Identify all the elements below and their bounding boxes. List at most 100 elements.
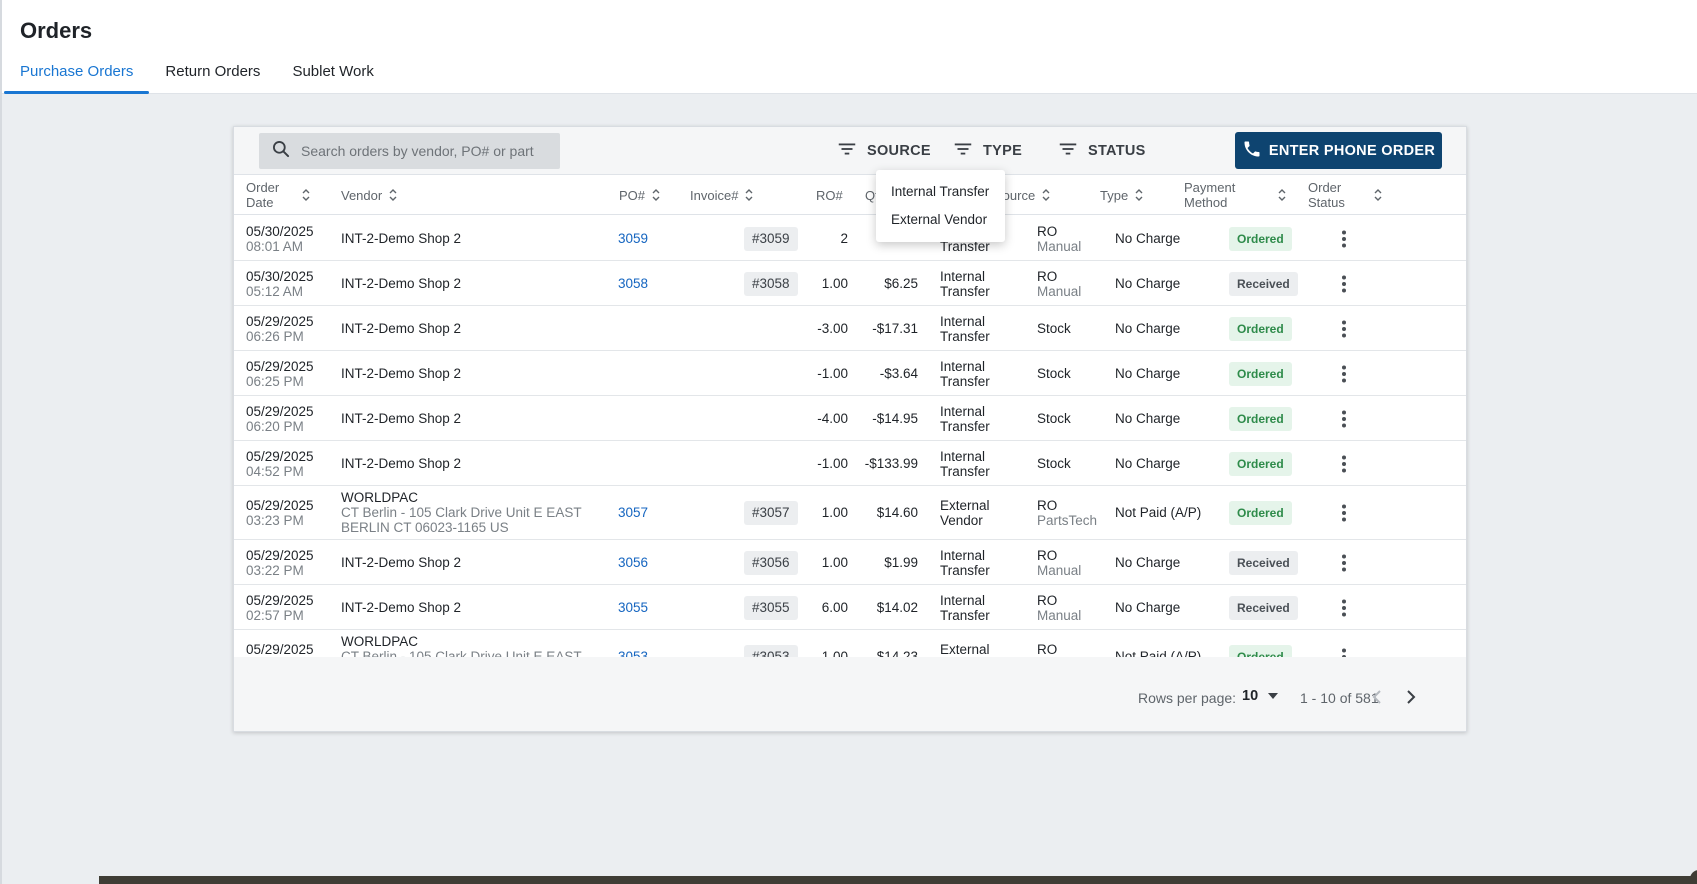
table-pagination: Rows per page: 10 1 - 10 of 581 xyxy=(234,657,1466,731)
po-link[interactable]: 3057 xyxy=(604,505,648,520)
source-filter-menu: Internal Transfer External Vendor xyxy=(876,170,1005,242)
ro-chip[interactable]: #3056 xyxy=(744,550,798,575)
table-row[interactable]: 05/29/2025 02:57 PM INT-2-Demo Shop 2 3055… xyxy=(234,585,1466,630)
tab-sublet-work[interactable]: Sublet Work xyxy=(276,56,389,94)
column-type[interactable]: Type xyxy=(1100,175,1144,215)
table-row[interactable]: 05/30/2025 05:12 AM INT-2-Demo Shop 2 3058… xyxy=(234,261,1466,306)
source-line: Transfer xyxy=(940,373,990,389)
total-cell: -$133.99 xyxy=(864,455,918,471)
table-row[interactable]: 05/29/2025 06:26 PM INT-2-Demo Shop 2 -3.0… xyxy=(234,306,1466,351)
source-filter-button[interactable]: SOURCE xyxy=(836,135,931,167)
qty-cell: -3.00 xyxy=(817,320,848,336)
row-actions-button[interactable] xyxy=(1332,452,1356,476)
type-sub: Manual xyxy=(1037,238,1082,254)
column-label: Invoice# xyxy=(690,187,739,203)
order-date-cell: 05/29/2025 06:20 PM xyxy=(246,404,314,434)
table-row[interactable]: 05/29/2025 03:23 PM WORLDPAC CT Berlin -… xyxy=(234,486,1466,540)
filter-icon xyxy=(1057,138,1088,164)
type-cell: Stock xyxy=(1037,410,1071,426)
order-tabs: Purchase Orders Return Orders Sublet Wor… xyxy=(4,56,390,94)
source-line: External xyxy=(940,642,990,657)
row-actions-button[interactable] xyxy=(1332,317,1356,341)
order-date: 05/29/2025 xyxy=(246,592,314,608)
table-row[interactable]: 05/29/2025 04:52 PM INT-2-Demo Shop 2 -1.0… xyxy=(234,441,1466,486)
ro-chip[interactable]: #3058 xyxy=(744,271,798,296)
type-sub: Manual xyxy=(1037,283,1082,299)
more-vert-icon xyxy=(1342,320,1346,337)
type-filter-button[interactable]: TYPE xyxy=(952,135,1022,167)
filter-icon xyxy=(836,138,867,164)
column-order-date[interactable]: Order Date xyxy=(246,175,311,215)
sort-icon xyxy=(1135,189,1143,201)
vendor-cell: WORLDPAC CT Berlin - 105 Clark Drive Uni… xyxy=(341,490,582,535)
ro-chip[interactable]: #3055 xyxy=(744,595,798,620)
table-row[interactable]: 05/29/2025 06:25 PM INT-2-Demo Shop 2 -1.0… xyxy=(234,351,1466,396)
enter-phone-order-button[interactable]: ENTER PHONE ORDER xyxy=(1235,132,1442,169)
source-line: Internal xyxy=(940,403,986,419)
prev-page-button[interactable] xyxy=(1365,685,1389,709)
table-row[interactable]: 05/29/2025 03:22 PM INT-2-Demo Shop 2 3056… xyxy=(234,540,1466,585)
column-order-status[interactable]: Order Status xyxy=(1308,175,1383,215)
type-cell: RO PartsTech xyxy=(1037,498,1097,528)
status-badge: Ordered xyxy=(1229,316,1292,341)
column-payment-method[interactable]: Payment Method xyxy=(1184,175,1287,215)
order-date: 05/29/2025 xyxy=(246,642,314,657)
type-cell: Stock xyxy=(1037,320,1071,336)
source-cell: Internal Transfer xyxy=(940,269,990,299)
vendor-address: CT Berlin - 105 Clark Drive Unit E EAST xyxy=(341,505,582,520)
source-option-external-vendor[interactable]: External Vendor xyxy=(876,206,1005,234)
sort-icon xyxy=(745,189,753,201)
next-page-button[interactable] xyxy=(1399,685,1423,709)
order-date-cell: 05/29/2025 03:22 PM xyxy=(246,548,314,578)
sort-icon xyxy=(1042,189,1050,201)
column-po[interactable]: PO# xyxy=(619,175,661,215)
type-cell: Stock xyxy=(1037,455,1071,471)
ro-chip[interactable]: #3059 xyxy=(744,226,798,251)
order-date-cell: 05/29/2025 02:57 PM xyxy=(246,593,314,623)
row-actions-button[interactable] xyxy=(1332,501,1356,525)
column-label: Status xyxy=(1308,195,1345,210)
row-actions-button[interactable] xyxy=(1332,407,1356,431)
order-date: 05/29/2025 xyxy=(246,547,314,563)
po-link[interactable]: 3058 xyxy=(604,276,648,291)
qty-cell: 1.00 xyxy=(821,275,848,291)
more-vert-icon xyxy=(1342,455,1346,472)
ro-chip[interactable]: #3057 xyxy=(744,501,798,525)
tab-return-orders[interactable]: Return Orders xyxy=(149,56,276,94)
row-actions-button[interactable] xyxy=(1332,362,1356,386)
source-line: Internal xyxy=(940,448,986,464)
column-invoice[interactable]: Invoice# xyxy=(690,175,754,215)
source-line: Internal xyxy=(940,268,986,284)
row-actions-button[interactable] xyxy=(1332,551,1356,575)
source-line: Transfer xyxy=(940,562,990,578)
row-actions-button[interactable] xyxy=(1332,227,1356,251)
column-label: Method xyxy=(1184,195,1228,210)
payment-cell: No Charge xyxy=(1115,554,1181,570)
status-filter-button[interactable]: STATUS xyxy=(1057,135,1146,167)
po-link[interactable]: 3055 xyxy=(604,600,648,615)
total-cell: $1.99 xyxy=(884,554,918,570)
total-cell: -$14.95 xyxy=(872,410,918,426)
payment-cell: No Charge xyxy=(1115,275,1181,291)
table-row[interactable]: 05/30/2025 08:01 AM INT-2-Demo Shop 2 3059… xyxy=(234,216,1466,261)
orders-table-card: SOURCE TYPE STATUS ENTER PHONE ORDER Ord… xyxy=(233,126,1467,732)
source-option-internal-transfer[interactable]: Internal Transfer xyxy=(876,178,1005,206)
po-link[interactable]: 3056 xyxy=(604,555,648,570)
po-link[interactable]: 3059 xyxy=(604,231,648,246)
qty-cell: -1.00 xyxy=(817,365,848,381)
row-actions-button[interactable] xyxy=(1332,272,1356,296)
sort-icon xyxy=(652,189,660,201)
vendor-address: BERLIN CT 06023-1165 US xyxy=(341,520,509,535)
table-row[interactable]: 05/29/2025 06:20 PM INT-2-Demo Shop 2 -4.0… xyxy=(234,396,1466,441)
source-line: Internal xyxy=(940,547,986,563)
column-vendor[interactable]: Vendor xyxy=(341,175,398,215)
tab-purchase-orders[interactable]: Purchase Orders xyxy=(4,56,150,94)
order-date-cell: 05/29/2025 03:23 PM xyxy=(246,498,314,528)
sort-icon xyxy=(302,189,310,201)
row-actions-button[interactable] xyxy=(1332,596,1356,620)
column-label: Date xyxy=(246,195,274,210)
source-cell: Internal Transfer xyxy=(940,449,990,479)
order-date: 05/29/2025 xyxy=(246,498,314,513)
rows-per-page-select[interactable]: 10 xyxy=(1242,688,1280,704)
search-input[interactable] xyxy=(301,143,551,159)
